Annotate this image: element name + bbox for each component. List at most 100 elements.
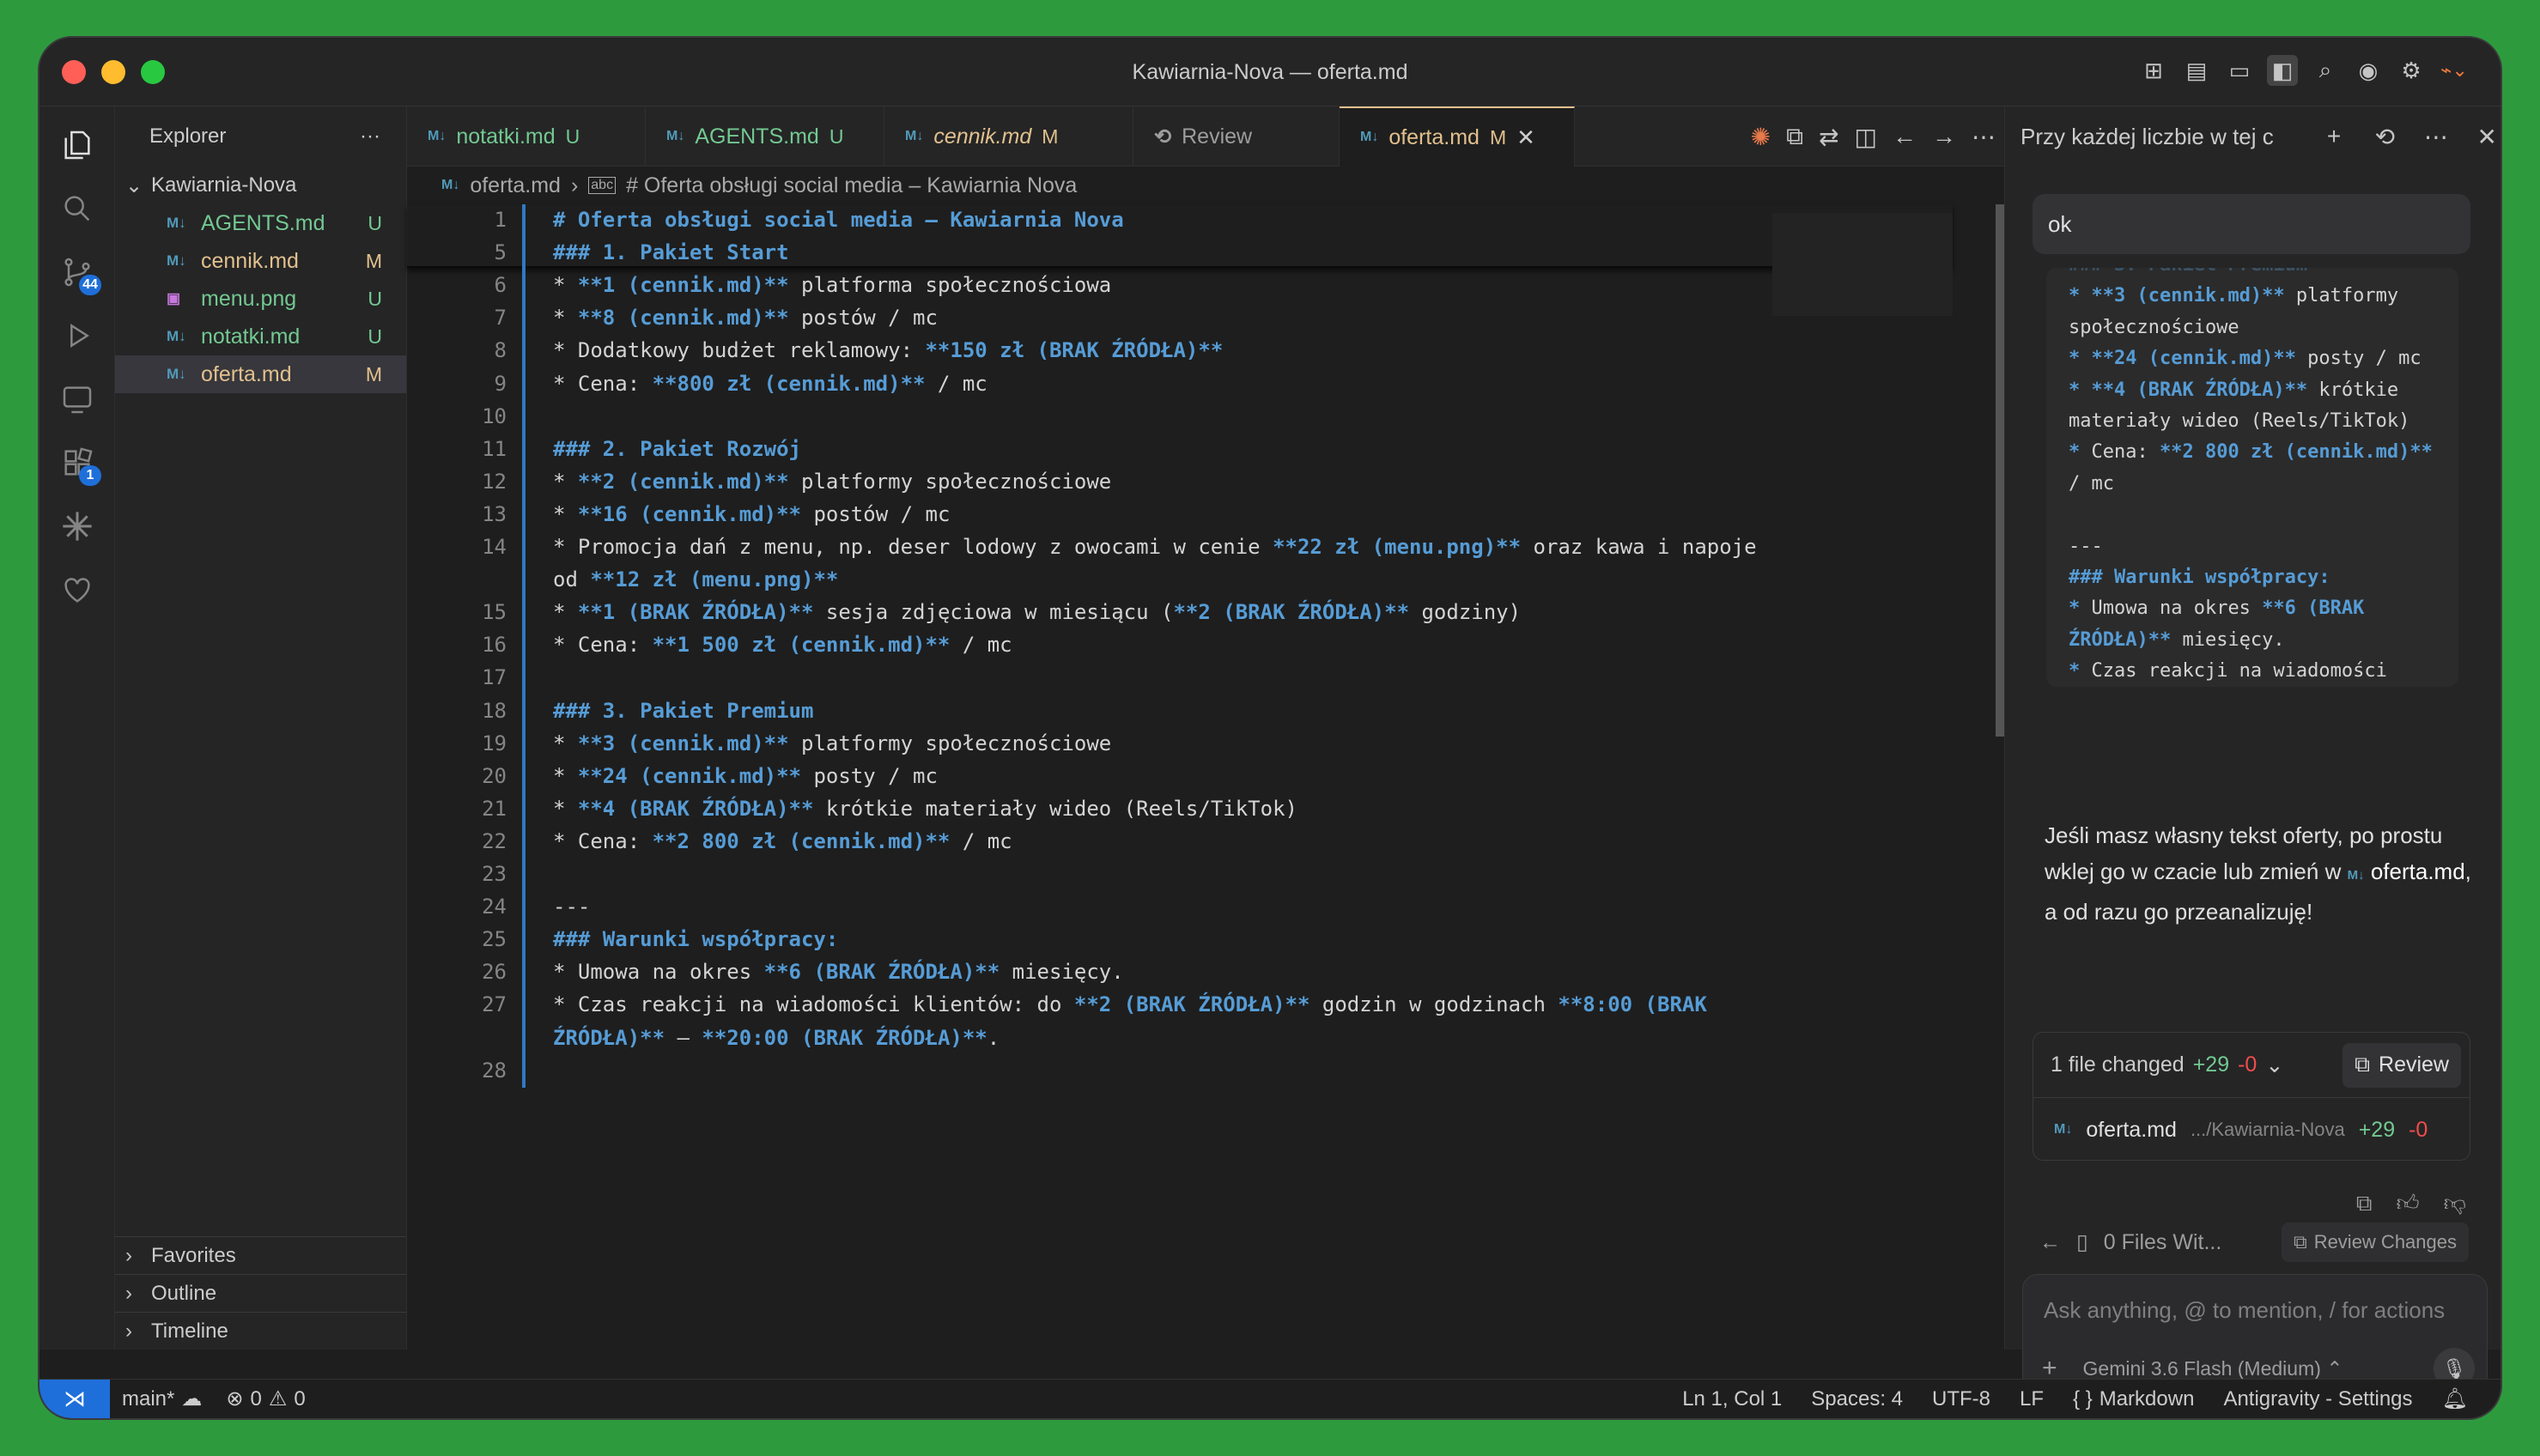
browser-icon[interactable]: ◉ <box>2353 55 2384 86</box>
problems-indicator[interactable]: ⊗ 0 ⚠ 0 <box>214 1386 317 1411</box>
line-number: 1 <box>494 208 507 232</box>
markdown-bold: * <box>2069 348 2092 370</box>
line-text: * Czas reakcji na wiadomości klientów: d… <box>553 992 1707 1016</box>
plain-text: / mc <box>2069 472 2114 494</box>
chevron-down-icon[interactable]: ⌄ <box>2265 1053 2283 1078</box>
review-changes-button[interactable]: ⧉ Review Changes <box>2281 1222 2469 1262</box>
source-control-badge: 44 <box>79 275 101 295</box>
tab-agents[interactable]: M↓ AGENTS.md U <box>646 106 884 167</box>
file-item-notatki[interactable]: M↓ notatki.md U <box>115 318 406 355</box>
go-forward-icon[interactable]: → <box>1932 123 1956 150</box>
close-icon[interactable]: ✕ <box>2470 123 2501 151</box>
files-with-changes-label[interactable]: 0 Files Wit... <box>2104 1230 2222 1255</box>
source-control-icon[interactable]: 44 <box>39 242 115 302</box>
line-number: 6 <box>494 273 507 298</box>
history-icon[interactable]: ⟲ <box>2368 123 2402 151</box>
markdown-bold: **1 500 zł (cennik.md)** <box>652 633 951 658</box>
more-actions-icon[interactable]: ⋯ <box>2419 123 2452 151</box>
extensions-icon[interactable]: 1 <box>39 433 115 493</box>
toggle-panel-icon[interactable]: ▭ <box>2224 55 2255 86</box>
code-line: 17 <box>407 662 1953 693</box>
explorer-icon[interactable] <box>39 115 115 175</box>
toggle-secondary-sidebar-icon[interactable]: ◧ <box>2267 55 2298 86</box>
section-timeline[interactable]: › Timeline <box>115 1312 406 1350</box>
tab-cennik[interactable]: M↓ cennik.md M <box>884 106 1133 167</box>
model-selector[interactable]: Gemini 3.6 Flash (Medium) ⌃ <box>2083 1357 2343 1380</box>
search-icon[interactable] <box>39 179 115 239</box>
file-mention-chip[interactable]: oferta.md <box>2371 858 2465 884</box>
line-number: 10 <box>482 403 507 428</box>
code-line: 5 ### 1. Pakiet Start <box>407 237 1953 268</box>
code-block-line: --- <box>2069 536 2103 557</box>
cursor-position[interactable]: Ln 1, Col 1 <box>1670 1387 1794 1411</box>
tab-oferta[interactable]: M↓ oferta.md M ✕ <box>1340 106 1575 167</box>
file-item-agents[interactable]: M↓ AGENTS.md U <box>115 204 406 242</box>
thumbs-down-icon[interactable]: 👎︎ <box>2444 1190 2466 1217</box>
notifications-bell-icon[interactable]: 🔔︎ <box>2430 1386 2480 1411</box>
file-name: AGENTS.md <box>201 210 325 235</box>
chevron-right-icon: › <box>125 1281 132 1305</box>
settings-indicator[interactable]: Antigravity - Settings <box>2211 1387 2424 1411</box>
agent-sparkle-icon[interactable]: ✺ <box>1751 123 1771 151</box>
split-editor-icon[interactable]: ◫ <box>1855 123 1877 151</box>
indentation[interactable]: Spaces: 4 <box>1799 1387 1915 1411</box>
review-button[interactable]: ⧉ Review <box>2343 1042 2461 1088</box>
encoding[interactable]: UTF-8 <box>1920 1387 2002 1411</box>
markdown-icon: M↓ <box>2054 1122 2073 1137</box>
breadcrumb-file[interactable]: oferta.md <box>470 173 561 198</box>
close-icon[interactable]: ✕ <box>1516 124 1535 151</box>
section-favorites[interactable]: › Favorites <box>115 1236 406 1274</box>
file-item-cennik[interactable]: M↓ cennik.md M <box>115 242 406 280</box>
explorer-header: Explorer ··· <box>115 106 406 167</box>
tab-label: Review <box>1182 124 1253 149</box>
line-text: * Cena: **800 zł (cennik.md)** / mc <box>553 372 987 396</box>
code-editor[interactable]: 1 # Oferta obsługi social media – Kawiarn… <box>407 204 2004 1320</box>
changed-file-row[interactable]: M↓ oferta.md .../Kawiarnia-Nova +29 -0 <box>2033 1098 2470 1162</box>
assistant-reply: Jeśli masz własny tekst oferty, po prost… <box>2045 817 2474 930</box>
search-icon[interactable]: ⌕ <box>2310 55 2341 86</box>
line-text: ### 2. Pakiet Rozwój <box>553 437 801 461</box>
markdown-bold: * <box>2069 379 2092 401</box>
arrow-left-icon[interactable]: ← <box>2039 1230 2061 1255</box>
more-actions-icon[interactable]: ⋯ <box>1972 123 1996 151</box>
explorer-title: Explorer <box>149 124 227 148</box>
toggle-sidebar-icon[interactable]: ▤ <box>2181 55 2212 86</box>
end-of-line[interactable]: LF <box>2008 1387 2056 1411</box>
plain-text: * <box>553 501 578 526</box>
section-outline[interactable]: › Outline <box>115 1274 406 1312</box>
run-debug-icon[interactable] <box>39 306 115 366</box>
markdown-icon: M↓ <box>428 129 447 143</box>
line-number: 19 <box>482 731 507 755</box>
file-item-menu[interactable]: ▣ menu.png U <box>115 280 406 318</box>
code-line: 26 * Umowa na okres **6 (BRAK ŹRÓDŁA)** m… <box>407 956 1953 987</box>
language-mode[interactable]: { } Markdown <box>2061 1387 2206 1411</box>
remote-explorer-icon[interactable] <box>39 369 115 429</box>
breadcrumb-symbol[interactable]: # Oferta obsługi social media – Kawiarni… <box>626 173 1077 198</box>
thumbs-up-icon[interactable]: 👍︎ <box>2396 1190 2419 1217</box>
account-icon[interactable]: ⌁⌄ <box>2439 55 2470 86</box>
layout-grid-icon[interactable]: ⊞ <box>2138 55 2169 86</box>
line-text: * **24 (cennik.md)** posty / mc <box>553 764 938 788</box>
tab-notatki[interactable]: M↓ notatki.md U <box>407 106 646 167</box>
branch-indicator[interactable]: main* ☁ <box>110 1386 214 1411</box>
go-back-icon[interactable]: ← <box>1893 123 1917 150</box>
open-preview-icon[interactable]: ⧉ <box>1786 123 1803 151</box>
changed-file-name: oferta.md <box>2086 1117 2177 1142</box>
copy-icon: ⧉ <box>2355 1053 2371 1077</box>
copy-icon[interactable]: ⧉ <box>2356 1190 2373 1217</box>
code-block-line: * Cena: **2 800 zł (cennik.md)** <box>2069 441 2433 463</box>
heart-icon[interactable] <box>39 560 115 620</box>
code-line: 24 --- <box>407 891 1953 922</box>
tab-review[interactable]: ⟲ Review <box>1133 106 1340 167</box>
workspace-root[interactable]: ⌄ Kawiarnia-Nova <box>115 167 406 204</box>
file-item-oferta[interactable]: M↓ oferta.md M <box>115 355 406 393</box>
remote-indicator-icon[interactable]: ⋊ <box>39 1379 110 1418</box>
open-changes-icon[interactable]: ⇄ <box>1819 123 1838 151</box>
more-actions-icon[interactable]: ··· <box>360 124 380 149</box>
gear-icon[interactable]: ⚙ <box>2396 55 2427 86</box>
editor-scrollbar[interactable] <box>1996 204 2004 737</box>
agent-sparkle-icon[interactable] <box>39 496 115 556</box>
markdown-bold: **1 (cennik.md)** <box>577 273 789 298</box>
chat-input-placeholder[interactable]: Ask anything, @ to mention, / for action… <box>2044 1297 2445 1324</box>
plus-icon[interactable]: + <box>2317 123 2350 150</box>
